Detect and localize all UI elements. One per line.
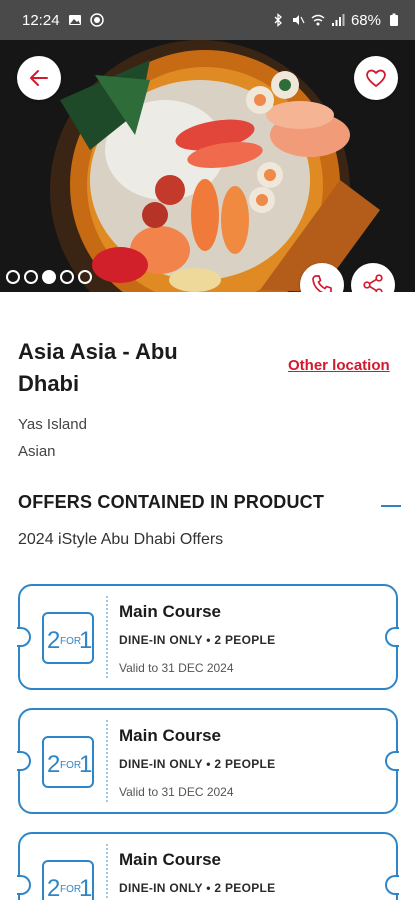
svg-text:FOR: FOR — [60, 760, 81, 771]
restaurant-cuisine: Asian — [18, 443, 56, 460]
carousel-dot[interactable] — [6, 270, 20, 284]
offer-validity: Valid to 31 DEC 2024 — [119, 785, 234, 799]
offer-tags: DINE-IN ONLY • 2 PEOPLE — [119, 757, 276, 771]
carousel-dot[interactable] — [24, 270, 38, 284]
carousel-dot[interactable] — [78, 270, 92, 284]
favorite-button[interactable] — [354, 56, 398, 100]
other-location-link[interactable]: Other location — [288, 357, 390, 374]
carousel-dot[interactable] — [60, 270, 74, 284]
offer-validity: Valid to 31 DEC 2024 — [119, 661, 234, 675]
hero-image[interactable] — [0, 40, 415, 292]
offer-title: Main Course — [119, 726, 222, 745]
offer-tags: DINE-IN ONLY • 2 PEOPLE — [119, 881, 276, 895]
offer-title: Main Course — [119, 850, 222, 869]
two-for-one-badge-icon: 2 FOR 1 — [42, 860, 94, 900]
offers-section-heading: OFFERS CONTAINED IN PRODUCT — [18, 492, 325, 512]
battery-percent: 68% — [350, 11, 381, 29]
restaurant-area: Yas Island — [18, 416, 87, 433]
record-notification-icon — [89, 13, 104, 27]
signal-icon — [331, 13, 345, 27]
restaurant-name: Asia Asia - Abu Dhabi — [18, 339, 178, 396]
sushi-platter-photo — [0, 40, 415, 292]
share-icon — [363, 274, 383, 292]
two-for-one-badge-icon: 2 FOR 1 — [42, 736, 94, 788]
bluetooth-icon — [271, 13, 285, 27]
offer-card[interactable]: 2 FOR 1 Main Course DINE-IN ONLY • 2 PEO… — [17, 584, 399, 690]
heart-icon — [366, 69, 386, 87]
carousel-dot-active[interactable] — [42, 270, 56, 284]
image-notification-icon — [68, 13, 82, 27]
svg-text:2: 2 — [47, 751, 60, 778]
offer-card[interactable]: 2 FOR 1 Main Course DINE-IN ONLY • 2 PEO… — [17, 708, 399, 814]
svg-text:2: 2 — [47, 875, 60, 900]
arrow-left-icon — [30, 70, 48, 86]
offers-section-subheading: 2024 iStyle Abu Dhabi Offers — [18, 531, 224, 548]
svg-text:1: 1 — [79, 751, 92, 778]
svg-text:1: 1 — [79, 627, 92, 654]
battery-icon — [387, 13, 401, 27]
back-button[interactable] — [17, 56, 61, 100]
svg-text:FOR: FOR — [60, 884, 81, 895]
svg-text:1: 1 — [79, 875, 92, 900]
two-for-one-badge-icon: 2 FOR 1 — [42, 612, 94, 664]
mute-icon — [291, 13, 305, 27]
svg-text:FOR: FOR — [60, 636, 81, 647]
offer-tags: DINE-IN ONLY • 2 PEOPLE — [119, 633, 276, 647]
status-time: 12:24 — [22, 11, 60, 29]
offer-card[interactable]: 2 FOR 1 Main Course DINE-IN ONLY • 2 PEO… — [17, 832, 399, 900]
wifi-icon — [311, 13, 325, 27]
carousel-indicator[interactable] — [6, 270, 92, 284]
offer-title: Main Course — [119, 602, 222, 621]
collapse-minus-icon[interactable] — [381, 505, 401, 507]
svg-text:2: 2 — [47, 627, 60, 654]
status-bar: 12:24 68% — [0, 0, 415, 40]
phone-icon — [312, 275, 332, 292]
